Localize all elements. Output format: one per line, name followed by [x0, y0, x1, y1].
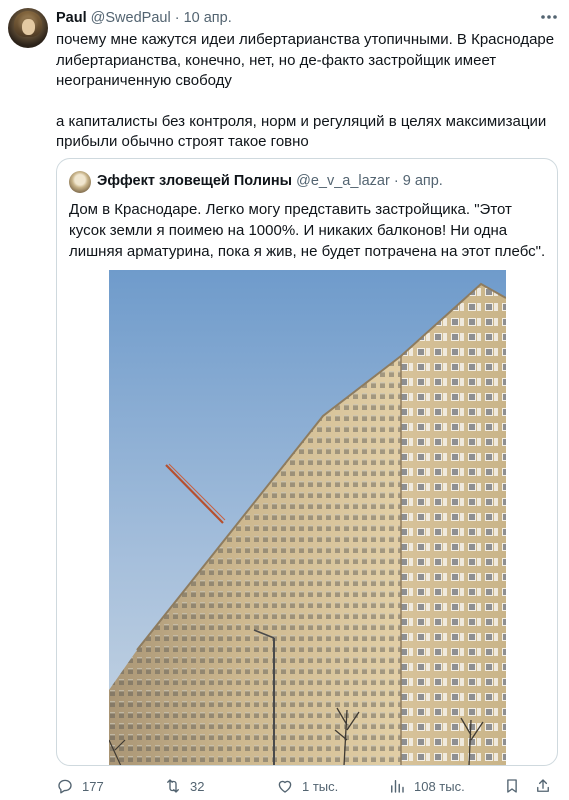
views-bar-chart-icon	[391, 780, 404, 793]
header-separator: ·	[174, 10, 180, 26]
tweet-actions: 177 32 1 тыс. 108 тыс.	[56, 777, 561, 797]
quoted-tweet-text: Дом в Краснодаре. Легко могу представить…	[69, 201, 546, 260]
quoted-tweet[interactable]: Эффект зловещей Полины @e_v_a_lazar · 9 …	[56, 158, 558, 766]
building-photo[interactable]	[109, 270, 506, 765]
quoted-header-separator: ·	[393, 173, 399, 189]
quoted-author-avatar	[69, 171, 91, 193]
repost-button[interactable]: 32	[164, 777, 204, 795]
quoted-tweet-header: Эффект зловещей Полины @e_v_a_lazar · 9 …	[97, 173, 443, 189]
repost-count: 32	[190, 778, 205, 794]
building-photo-illustration	[109, 270, 506, 765]
author-handle[interactable]: @SwedPaul	[91, 10, 171, 26]
heart-icon	[278, 780, 292, 793]
more-horizontal-icon	[541, 15, 557, 19]
author-name[interactable]: Paul	[56, 10, 87, 26]
share-icon	[537, 779, 549, 792]
reply-count: 177	[82, 778, 104, 794]
reply-button[interactable]: 177	[56, 777, 104, 795]
author-avatar[interactable]	[8, 8, 48, 48]
tweet-paragraph-1: почему мне кажутся идеи либертарианства …	[56, 31, 555, 89]
tweet-body: почему мне кажутся идеи либертарианства …	[56, 30, 561, 153]
share-button[interactable]	[534, 777, 552, 795]
avatar-face	[22, 19, 35, 35]
like-count: 1 тыс.	[302, 778, 339, 794]
like-button[interactable]: 1 тыс.	[276, 777, 338, 795]
tweet-date[interactable]: 10 апр.	[184, 10, 232, 26]
repost-icon	[167, 779, 179, 793]
tweet-paragraph-2: а капиталисты без контроля, норм и регул…	[56, 112, 547, 151]
more-options-button[interactable]	[538, 7, 560, 27]
view-count: 108 тыс.	[414, 778, 465, 794]
views-button[interactable]: 108 тыс.	[388, 777, 465, 795]
tweet-header: Paul @SwedPaul · 10 апр.	[56, 10, 232, 26]
bookmark-button[interactable]	[503, 777, 521, 795]
bookmark-icon	[507, 779, 517, 793]
quoted-author-name: Эффект зловещей Полины	[97, 173, 293, 189]
quoted-author-handle: @e_v_a_lazar	[296, 173, 390, 189]
quoted-tweet-date: 9 апр.	[402, 173, 443, 189]
reply-bubble-icon	[58, 779, 72, 794]
